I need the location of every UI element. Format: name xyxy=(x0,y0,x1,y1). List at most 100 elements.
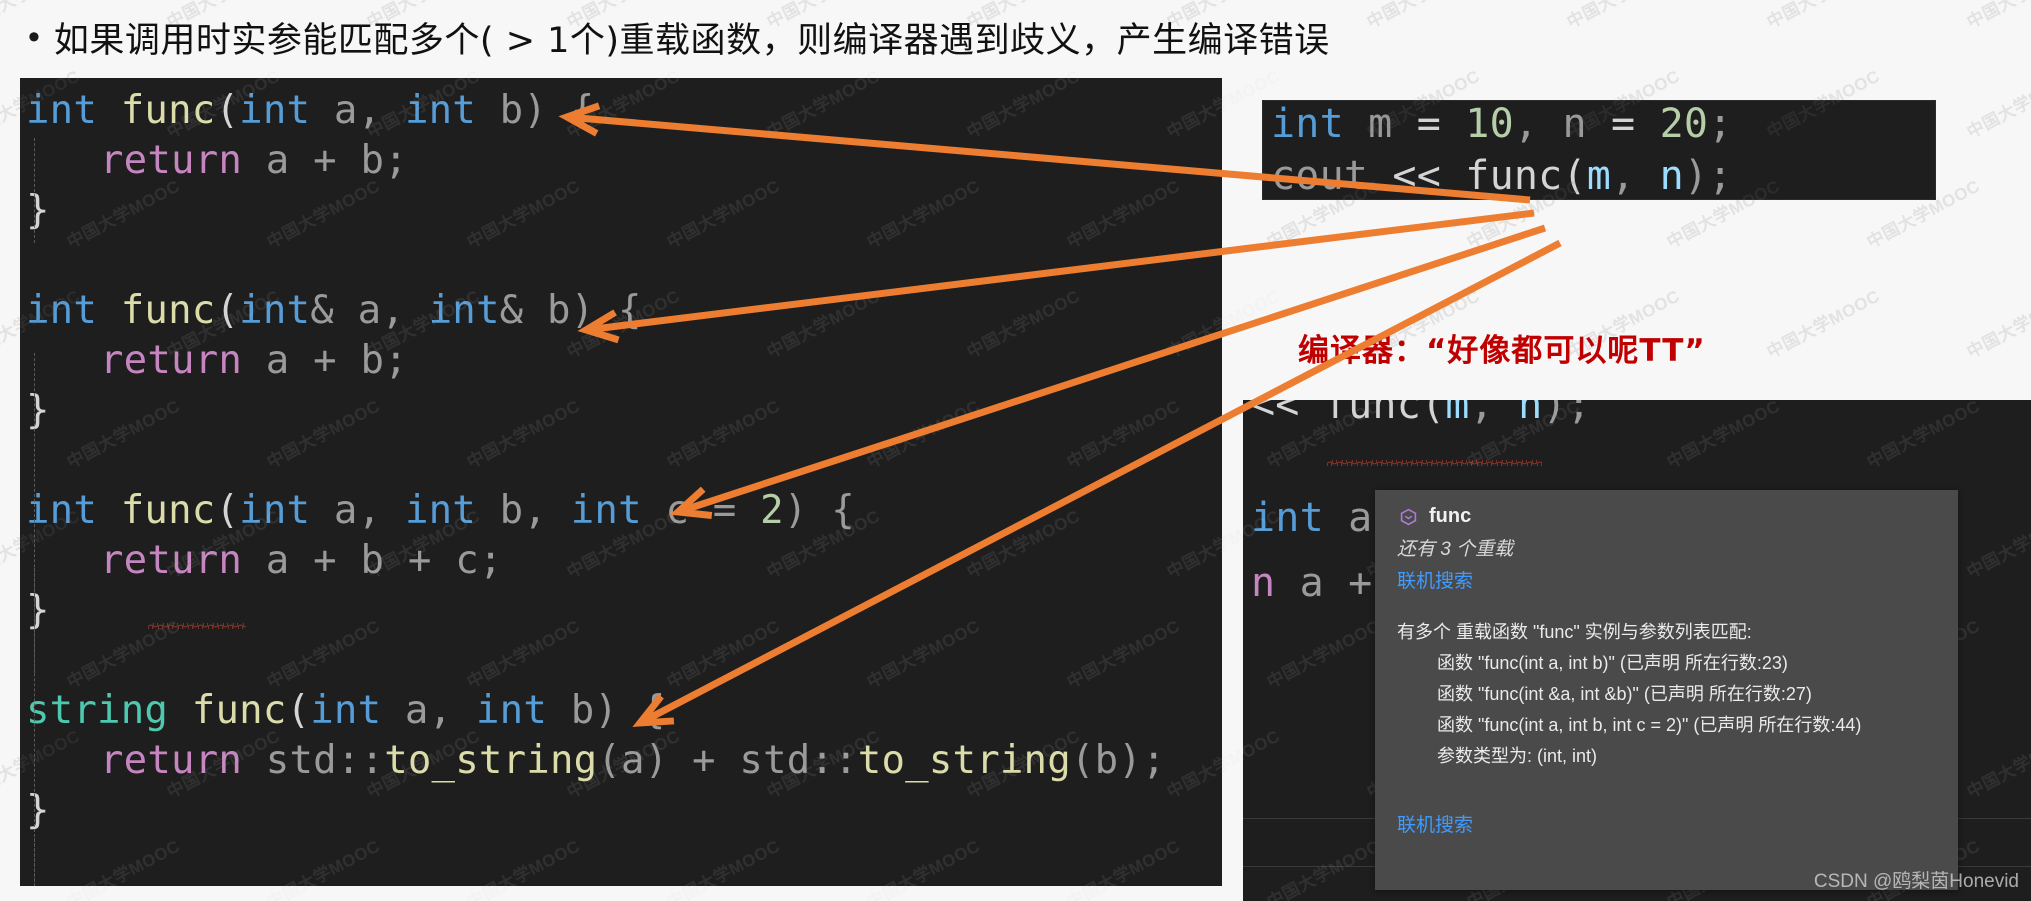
code-token: n xyxy=(1659,153,1684,199)
code-token: a + b; xyxy=(242,138,408,183)
code-token: = xyxy=(1416,101,1466,147)
code-token: std:: xyxy=(242,738,385,783)
code-token: & a, xyxy=(310,288,429,333)
code-line: int func(int a, int b) { xyxy=(26,88,594,133)
code-token: a xyxy=(1323,495,1373,541)
code-token: int xyxy=(428,288,500,333)
code-token: n xyxy=(1518,400,1543,428)
code-line: } xyxy=(26,388,50,433)
tooltip-subtitle: 还有 3 个重载 xyxy=(1397,539,1514,560)
watermark-text: 中国大学MOOC xyxy=(1963,66,2031,142)
code-token: b) { xyxy=(475,88,595,133)
code-token: func xyxy=(120,288,216,333)
code-token: return xyxy=(100,138,243,183)
code-token: int xyxy=(570,488,642,533)
code-token: b) { xyxy=(547,688,666,733)
code-token: , xyxy=(1611,153,1660,199)
code-token: ( xyxy=(215,88,240,133)
code-token: cout xyxy=(1271,153,1393,199)
code-line: int func(int& a, int& b) { xyxy=(26,288,642,333)
code-token: return xyxy=(100,338,243,383)
code-token: << xyxy=(1392,153,1466,199)
code-token: func xyxy=(1465,153,1563,199)
code-token: m xyxy=(1343,101,1417,147)
code-token: ( xyxy=(215,288,240,333)
compiler-annotation-text: 编译器：“好像都可以呢TT” xyxy=(1298,333,1706,369)
code-token: int xyxy=(26,88,98,133)
online-search-link-bottom[interactable]: 联机搜索 xyxy=(1397,810,1473,837)
intellisense-tooltip[interactable]: func 还有 3 个重载 联机搜索 有多个 重载函数 "func" 实例与参数… xyxy=(1375,490,1958,890)
overload-entry-2: 函数 "func(int &a, int &b)" (已声明 所在行数:27) xyxy=(1437,684,1812,704)
code-token: 2 xyxy=(760,488,784,533)
code-line: << func(m, n); xyxy=(1251,400,1591,428)
code-line: return a + b; xyxy=(100,138,408,183)
code-token: int xyxy=(239,488,311,533)
code-token: } xyxy=(26,188,50,233)
code-line: return std::to_string(a) + std::to_strin… xyxy=(100,738,1166,783)
code-line: } xyxy=(26,788,50,833)
code-token: return xyxy=(100,738,243,783)
tooltip-body-heading: 有多个 重载函数 "func" 实例与参数列表匹配: xyxy=(1397,622,1752,642)
code-token: ( xyxy=(215,488,240,533)
code-token: a, xyxy=(381,688,476,733)
csdn-credit: CSDN @鸥梨茵Honevid xyxy=(1813,871,2019,892)
top-right-code-panel[interactable]: int m = 10, n = 20; cout << func(m, n); xyxy=(1262,100,1936,200)
indent-guide xyxy=(34,838,36,886)
tooltip-title: func xyxy=(1429,505,1472,527)
code-token: to_string xyxy=(384,738,598,783)
code-line: cout << func(m, n); xyxy=(1271,153,1732,199)
code-token: int xyxy=(239,288,311,333)
code-line: string func(int a, int b) { xyxy=(26,688,665,733)
online-search-link-top[interactable]: 联机搜索 xyxy=(1397,566,1473,593)
overload-entry-1: 函数 "func(int a, int b)" (已声明 所在行数:23) xyxy=(1437,653,1788,673)
code-token: int xyxy=(239,88,311,133)
code-line: n a + xyxy=(1251,560,1372,606)
page-title: 如果调用时实参能匹配多个( > 1个)重载函数，则编译器遇到歧义，产生编译错误 xyxy=(53,20,1330,61)
left-code-panel[interactable]: int func(int a, int b) {return a + b;} in… xyxy=(20,78,1222,886)
code-token: , n xyxy=(1513,101,1612,147)
code-token: string xyxy=(26,688,169,733)
code-token: int xyxy=(404,88,476,133)
code-token: func xyxy=(120,488,216,533)
slide-heading: • 如果调用时实参能匹配多个( > 1个)重载函数，则编译器遇到歧义，产生编译错… xyxy=(22,6,1982,68)
argument-types-line: 参数类型为: (int, int) xyxy=(1437,746,1598,766)
code-token: int xyxy=(26,288,98,333)
code-token: to_string xyxy=(857,738,1071,783)
code-token: int xyxy=(404,488,476,533)
code-token: } xyxy=(26,588,50,633)
code-token: } xyxy=(26,788,50,833)
bullet-glyph: • xyxy=(28,18,40,56)
slide-canvas: • 如果调用时实参能匹配多个( > 1个)重载函数，则编译器遇到歧义，产生编译错… xyxy=(0,0,2031,901)
code-token: ) { xyxy=(783,488,855,533)
code-token: ( xyxy=(286,688,311,733)
code-token: ); xyxy=(1542,400,1592,428)
code-token: ( xyxy=(1562,153,1587,199)
code-token: ( xyxy=(1421,400,1446,428)
code-token: (a) + std:: xyxy=(597,738,858,783)
code-token: & b) { xyxy=(499,288,642,333)
code-token: int xyxy=(1271,101,1344,147)
code-line: } xyxy=(26,188,50,233)
code-line: return a + b; xyxy=(100,338,408,383)
code-token: 10 xyxy=(1465,101,1514,147)
code-token: b, xyxy=(475,488,571,533)
code-token: , xyxy=(1469,400,1519,428)
code-token: int xyxy=(475,688,548,733)
watermark-text: 中国大学MOOC xyxy=(1763,286,1883,362)
code-token: (b); xyxy=(1070,738,1166,783)
code-token: ; xyxy=(1708,101,1733,147)
code-token: a + b + c; xyxy=(242,538,503,583)
function-icon xyxy=(1399,508,1418,527)
overload-entry-3: 函数 "func(int a, int b, int c = 2)" (已声明 … xyxy=(1437,715,1862,735)
code-token: n xyxy=(1251,560,1276,606)
code-token: m xyxy=(1445,400,1470,428)
code-token: int xyxy=(1251,495,1324,541)
code-line: int m = 10, n = 20; xyxy=(1271,101,1732,147)
code-line: } xyxy=(26,588,50,633)
code-token: func xyxy=(1323,400,1421,428)
func-error-squiggle xyxy=(1327,460,1542,466)
code-token: ); xyxy=(1683,153,1733,199)
